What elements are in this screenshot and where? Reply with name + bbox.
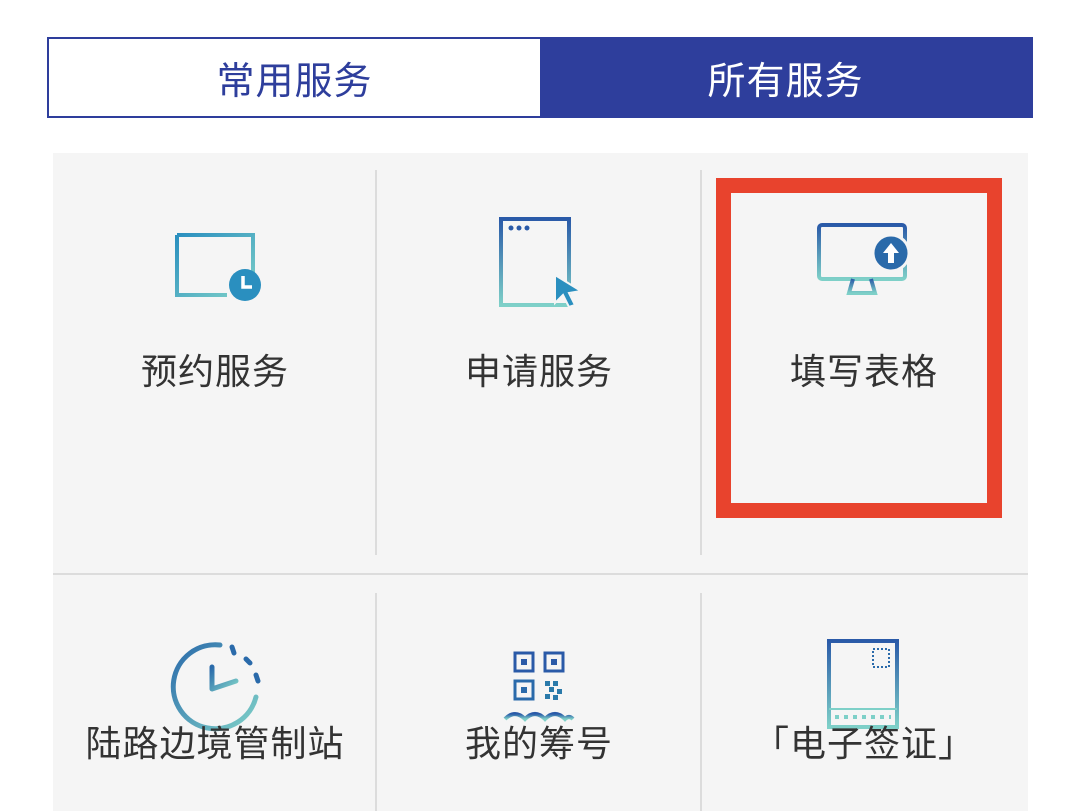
service-item-land-border-control[interactable]: 陆路边境管制站	[53, 575, 377, 811]
tab-common-services[interactable]: 常用服务	[49, 39, 540, 116]
service-label: 我的筹号	[464, 724, 613, 765]
tab-all-services[interactable]: 所有服务	[540, 39, 1031, 116]
service-label: 申请服务	[464, 352, 613, 393]
service-item-my-ticket[interactable]: 我的筹号	[377, 575, 701, 811]
browser-cursor-icon	[489, 213, 589, 317]
service-item-appointment[interactable]: 预约服务	[53, 153, 377, 573]
calendar-clock-icon	[165, 215, 265, 309]
service-label: 预约服务	[140, 352, 289, 393]
highlight-box	[716, 178, 1002, 518]
service-label: 陆路边境管制站	[85, 724, 345, 765]
service-item-application[interactable]: 申请服务	[377, 153, 701, 573]
service-tabs: 常用服务 所有服务	[47, 37, 1033, 118]
service-label: 「电子签证」	[752, 724, 975, 765]
service-item-e-visa[interactable]: 「电子签证」	[702, 575, 1026, 811]
